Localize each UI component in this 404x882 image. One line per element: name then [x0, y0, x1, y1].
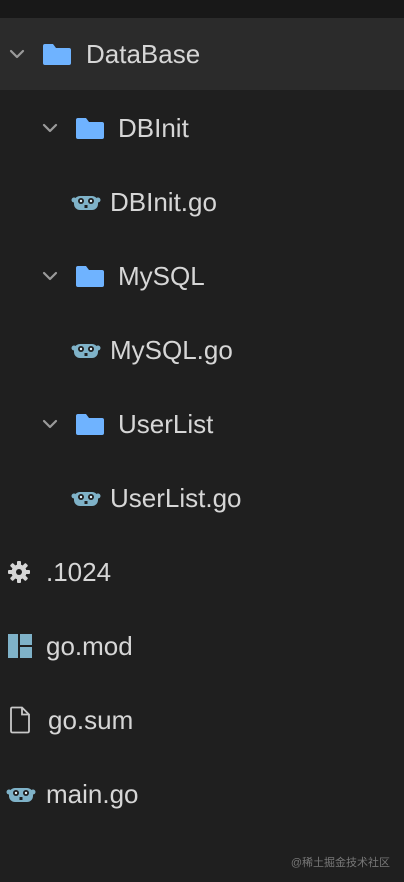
go-mod-icon [8, 634, 32, 658]
tree-row-go-sum-file[interactable]: go.sum [0, 684, 404, 756]
tree-row-dbinit-go-file[interactable]: DBInit.go [0, 166, 404, 238]
gear-icon [8, 561, 30, 583]
file-explorer-tree: DataBase DBInit DBInit.go MySQL MySQL.go… [0, 0, 404, 882]
explorer-top-bar [0, 0, 404, 19]
go-gopher-icon [71, 196, 101, 210]
tree-label: DBInit [118, 113, 189, 143]
file-icon [10, 706, 30, 734]
tree-row-mysql-go-file[interactable]: MySQL.go [0, 314, 404, 386]
tree-label: go.sum [48, 705, 134, 735]
tree-label: UserList [118, 409, 214, 439]
tree-row-mysql-folder[interactable]: MySQL [0, 240, 404, 312]
watermark: @稀土掘金技术社区 [290, 857, 390, 869]
tree-label: .1024 [46, 557, 112, 587]
tree-label: go.mod [46, 631, 133, 661]
tree-label: DBInit.go [110, 187, 217, 217]
tree-row-database-folder[interactable]: DataBase [0, 18, 404, 90]
folder-icon [76, 266, 104, 287]
tree-row-userlist-folder[interactable]: UserList [0, 388, 404, 460]
tree-label: DataBase [86, 39, 201, 69]
tree-row-main-go-file[interactable]: main.go [0, 758, 404, 830]
folder-icon [76, 414, 104, 435]
go-gopher-icon [71, 344, 101, 358]
tree-label: MySQL.go [110, 335, 233, 365]
tree-row-userlist-go-file[interactable]: UserList.go [0, 462, 404, 534]
tree-row-go-mod-file[interactable]: go.mod [0, 610, 404, 682]
tree-row-dbinit-folder[interactable]: DBInit [0, 92, 404, 164]
chevron-down-icon[interactable] [41, 267, 59, 285]
tree-row-1024-file[interactable]: .1024 [0, 536, 404, 608]
chevron-down-icon[interactable] [41, 119, 59, 137]
chevron-down-icon[interactable] [41, 415, 59, 433]
chevron-down-icon[interactable] [8, 45, 26, 63]
tree-label: MySQL [118, 261, 205, 291]
tree-label: main.go [46, 779, 139, 809]
go-gopher-icon [71, 492, 101, 506]
folder-icon [76, 118, 104, 139]
go-gopher-icon [6, 788, 36, 802]
folder-icon [43, 44, 71, 65]
tree-label: UserList.go [110, 483, 242, 513]
